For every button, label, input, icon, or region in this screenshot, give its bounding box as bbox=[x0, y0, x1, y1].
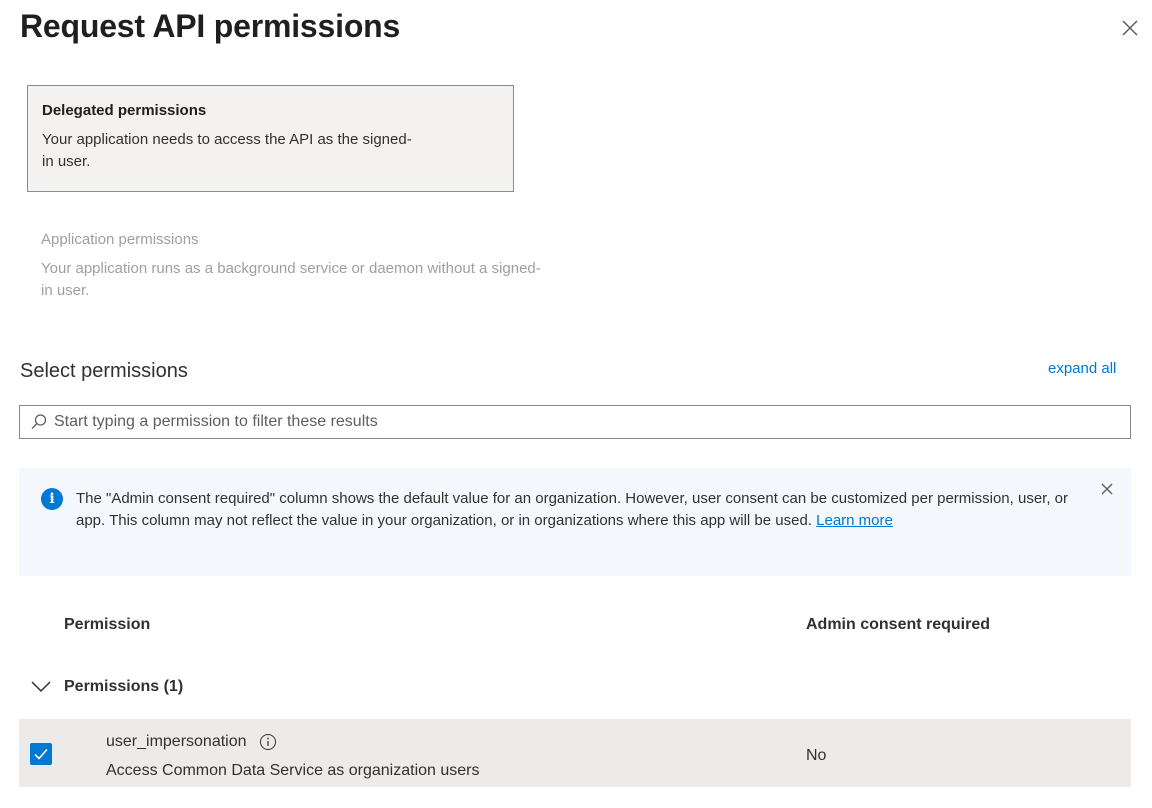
permission-search-box[interactable] bbox=[19, 405, 1131, 439]
info-message-text: The "Admin consent required" column show… bbox=[76, 490, 1069, 529]
delegated-permissions-description: Your application needs to access the API… bbox=[42, 131, 412, 170]
info-circle-icon[interactable] bbox=[259, 733, 277, 751]
dismiss-info-icon[interactable] bbox=[1098, 480, 1116, 498]
user-impersonation-checkbox[interactable] bbox=[30, 743, 52, 765]
delegated-permissions-card[interactable]: Delegated permissions Your application n… bbox=[27, 85, 514, 192]
expand-all-link[interactable]: expand all bbox=[1048, 360, 1116, 377]
permission-name: user_impersonation bbox=[106, 733, 277, 751]
application-permissions-card[interactable]: Application permissions Your application… bbox=[27, 215, 657, 322]
delegated-permissions-title: Delegated permissions bbox=[42, 102, 207, 119]
permissions-group-toggle[interactable]: Permissions (1) bbox=[30, 672, 183, 702]
search-icon bbox=[31, 414, 47, 429]
permission-search-input[interactable] bbox=[54, 413, 1130, 431]
info-icon: i bbox=[41, 488, 63, 510]
info-message: The "Admin consent required" column show… bbox=[76, 488, 1096, 532]
permission-name-text: user_impersonation bbox=[106, 733, 247, 750]
table-row: user_impersonation Access Common Data Se… bbox=[19, 719, 1131, 787]
admin-consent-info-bar: i The "Admin consent required" column sh… bbox=[19, 468, 1131, 576]
learn-more-link[interactable]: Learn more bbox=[816, 512, 893, 529]
application-permissions-title: Application permissions bbox=[41, 231, 199, 248]
chevron-down-icon bbox=[31, 681, 51, 693]
permission-description: Access Common Data Service as organizati… bbox=[106, 762, 480, 779]
admin-consent-value: No bbox=[806, 747, 827, 764]
permission-column-header: Permission bbox=[64, 616, 151, 633]
application-permissions-description: Your application runs as a background se… bbox=[41, 260, 541, 299]
checkmark-icon bbox=[34, 748, 48, 760]
admin-consent-column-header: Admin consent required bbox=[806, 616, 991, 633]
permissions-group-label: Permissions (1) bbox=[64, 678, 184, 695]
select-permissions-heading: Select permissions bbox=[20, 360, 188, 382]
panel-title: Request API permissions bbox=[20, 8, 401, 44]
close-icon[interactable] bbox=[1116, 14, 1144, 42]
